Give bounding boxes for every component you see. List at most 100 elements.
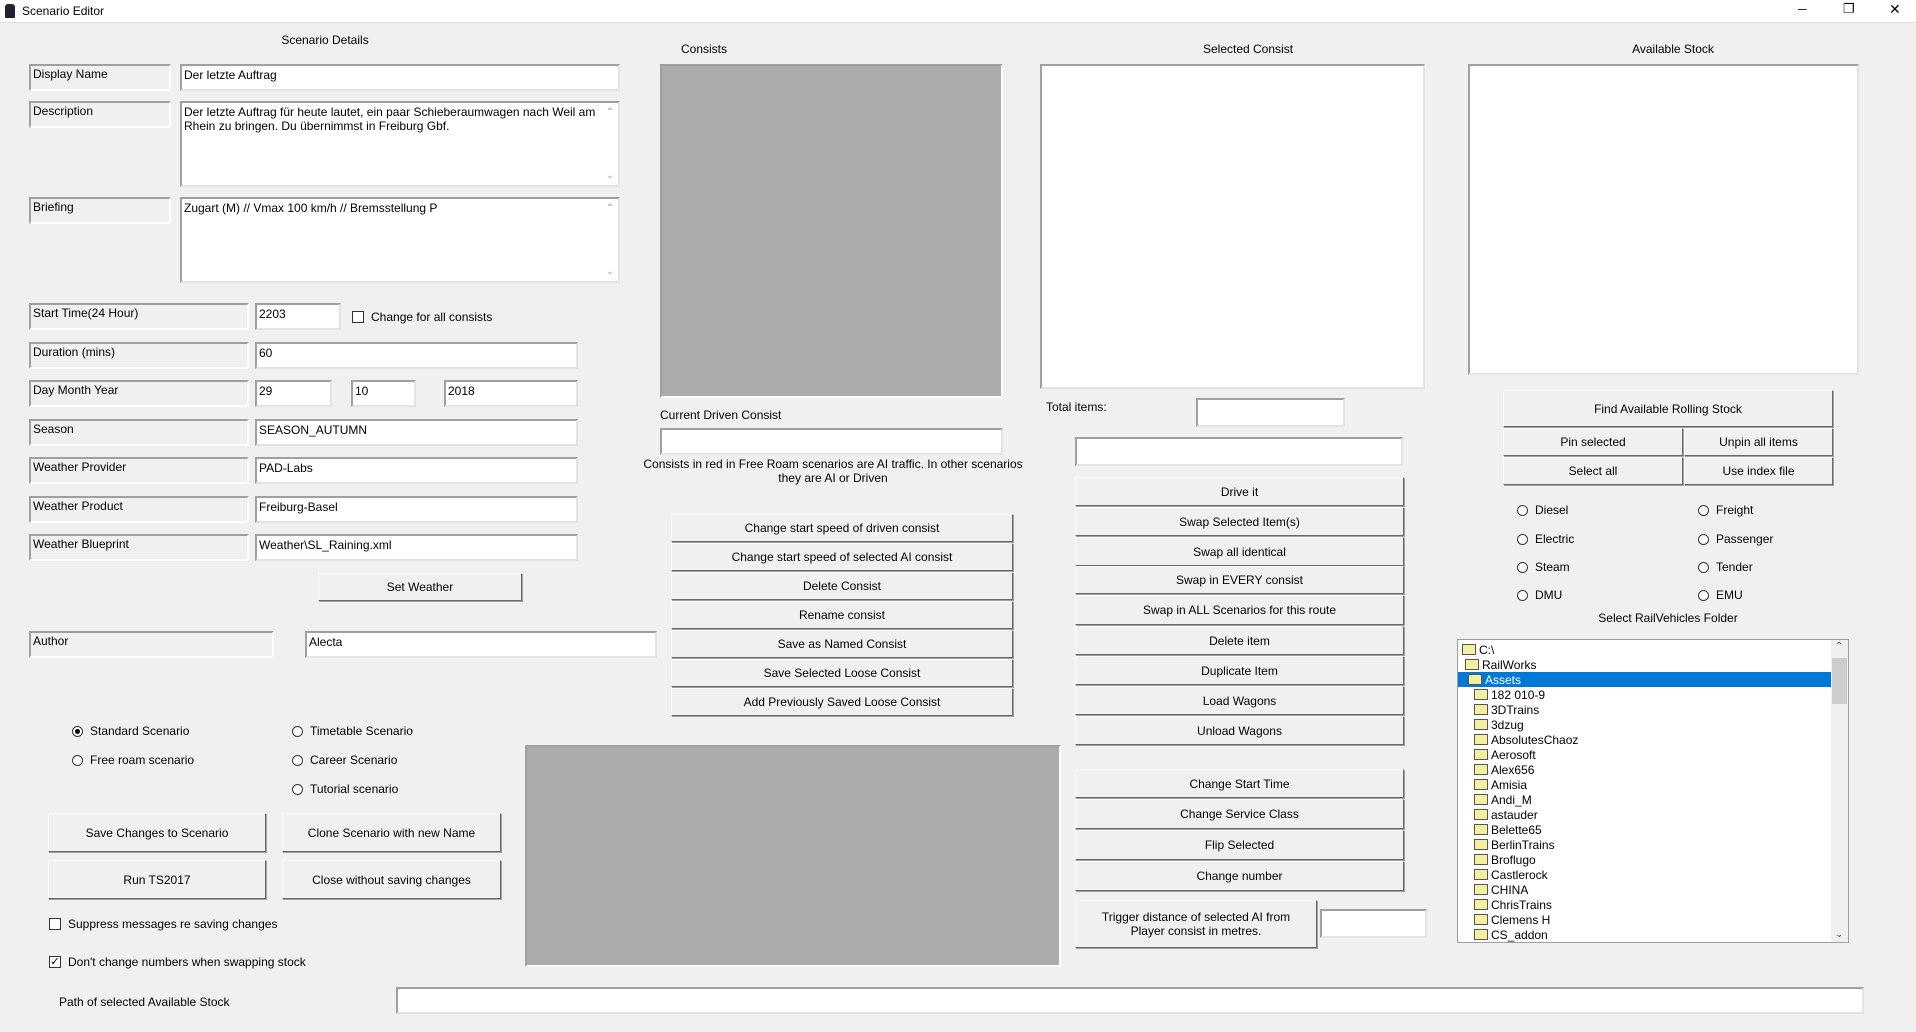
folder-tree-item[interactable]: RailWorks <box>1458 657 1831 672</box>
season-input[interactable]: SEASON_AUTUMN <box>255 419 578 446</box>
radio-dot[interactable] <box>72 754 83 766</box>
duplicate-item-button[interactable]: Duplicate Item <box>1075 656 1404 685</box>
filter-freight[interactable]: Freight <box>1698 503 1753 517</box>
radio-dot[interactable] <box>1698 533 1709 545</box>
author-input[interactable]: Alecta <box>305 631 657 658</box>
close-without-saving-button[interactable]: Close without saving changes <box>282 860 501 899</box>
folder-tree-item[interactable]: Belette65 <box>1458 822 1831 837</box>
drive-it-button[interactable]: Drive it <box>1075 477 1404 506</box>
filter-tender[interactable]: Tender <box>1698 560 1753 574</box>
unload-wagons-button[interactable]: Unload Wagons <box>1075 716 1404 745</box>
path-input[interactable] <box>396 987 1864 1014</box>
swap-all-scenarios-button[interactable]: Swap in ALL Scenarios for this route <box>1075 595 1404 625</box>
clone-scenario-button[interactable]: Clone Scenario with new Name <box>282 813 501 852</box>
swap-all-identical-button[interactable]: Swap all identical <box>1075 537 1404 566</box>
find-rolling-stock-button[interactable]: Find Available Rolling Stock <box>1503 390 1833 427</box>
radio-free-roam-scenario[interactable]: Free roam scenario <box>72 753 194 767</box>
folder-tree-item[interactable]: astauder <box>1458 807 1831 822</box>
available-stock-list[interactable] <box>1468 64 1859 375</box>
change-ai-speed-button[interactable]: Change start speed of selected AI consis… <box>671 543 1013 571</box>
swap-selected-button[interactable]: Swap Selected Item(s) <box>1075 507 1404 536</box>
display-name-input[interactable]: Der letzte Auftrag <box>180 64 620 91</box>
radio-dot[interactable] <box>72 725 83 737</box>
duration-input[interactable]: 60 <box>255 342 578 369</box>
folder-tree-item[interactable]: AbsolutesChaoz <box>1458 732 1831 747</box>
change-start-time-button[interactable]: Change Start Time <box>1075 769 1404 798</box>
folder-tree-item[interactable]: C:\ <box>1458 642 1831 657</box>
save-changes-button[interactable]: Save Changes to Scenario <box>48 813 266 852</box>
folder-tree-item[interactable]: Aerosoft <box>1458 747 1831 762</box>
unpin-all-button[interactable]: Unpin all items <box>1684 428 1833 456</box>
change-driven-speed-button[interactable]: Change start speed of driven consist <box>671 514 1013 542</box>
checkbox-box[interactable] <box>352 311 364 323</box>
filter-steam[interactable]: Steam <box>1517 560 1570 574</box>
radio-dot[interactable] <box>1517 533 1528 545</box>
consists-list[interactable] <box>660 64 1003 398</box>
total-items-input[interactable] <box>1196 398 1345 427</box>
radio-tutorial-scenario[interactable]: Tutorial scenario <box>292 782 398 796</box>
folder-tree-item[interactable]: Alex656 <box>1458 762 1831 777</box>
radio-dot[interactable] <box>1517 561 1528 573</box>
scroll-up-icon[interactable]: ⌃ <box>1835 641 1843 652</box>
radio-dot[interactable] <box>292 783 303 795</box>
filter-emu[interactable]: EMU <box>1698 588 1743 602</box>
save-loose-consist-button[interactable]: Save Selected Loose Consist <box>671 659 1013 687</box>
selected-consist-list[interactable] <box>1040 64 1425 389</box>
add-saved-loose-consist-button[interactable]: Add Previously Saved Loose Consist <box>671 688 1013 716</box>
folder-tree-item[interactable]: Amisia <box>1458 777 1831 792</box>
change-number-button[interactable]: Change number <box>1075 861 1404 891</box>
current-driven-consist-input[interactable] <box>660 428 1003 455</box>
load-wagons-button[interactable]: Load Wagons <box>1075 686 1404 715</box>
weather-product-input[interactable]: Freiburg-Basel <box>255 496 578 523</box>
use-index-file-button[interactable]: Use index file <box>1684 457 1833 485</box>
trigger-distance-input[interactable] <box>1320 909 1427 938</box>
folder-tree-item[interactable]: Andi_M <box>1458 792 1831 807</box>
radio-standard-scenario[interactable]: Standard Scenario <box>72 724 189 738</box>
scroll-down-icon[interactable]: ⌄ <box>1835 929 1843 940</box>
run-ts2017-button[interactable]: Run TS2017 <box>48 860 266 899</box>
filter-passenger[interactable]: Passenger <box>1698 532 1773 546</box>
radio-dot[interactable] <box>1698 504 1709 516</box>
tree-scrollbar[interactable]: ⌃ ⌄ <box>1831 640 1848 942</box>
selected-item-input[interactable] <box>1075 437 1403 466</box>
radio-dot[interactable] <box>1517 504 1528 516</box>
flip-selected-button[interactable]: Flip Selected <box>1075 830 1404 860</box>
folder-tree-item[interactable]: 182 010-9 <box>1458 687 1831 702</box>
delete-item-button[interactable]: Delete item <box>1075 626 1404 655</box>
weather-blueprint-input[interactable]: Weather\SL_Raining.xml <box>255 534 578 561</box>
minimize-button[interactable]: ─ <box>1798 2 1807 16</box>
day-input[interactable]: 29 <box>255 380 332 407</box>
description-scrollbar[interactable]: ⌃ ⌄ <box>602 103 618 185</box>
rename-consist-button[interactable]: Rename consist <box>671 601 1013 629</box>
folder-tree-item[interactable]: 3dzug <box>1458 717 1831 732</box>
folder-tree-item[interactable]: CHINA <box>1458 882 1831 897</box>
suppress-messages-checkbox[interactable]: Suppress messages re saving changes <box>49 917 277 931</box>
briefing-textarea[interactable]: Zugart (M) // Vmax 100 km/h // Bremsstel… <box>180 197 620 283</box>
start-time-input[interactable]: 2203 <box>255 303 341 330</box>
change-all-consists-checkbox[interactable]: Change for all consists <box>352 310 492 324</box>
folder-tree-item[interactable]: BerlinTrains <box>1458 837 1831 852</box>
month-input[interactable]: 10 <box>351 380 416 407</box>
year-input[interactable]: 2018 <box>444 380 578 407</box>
radio-dot[interactable] <box>292 754 303 766</box>
folder-tree-item[interactable]: CS_addon <box>1458 927 1831 942</box>
radio-dot[interactable] <box>1698 589 1709 601</box>
change-service-class-button[interactable]: Change Service Class <box>1075 799 1404 829</box>
dont-change-numbers-checkbox[interactable]: ✓ Don't change numbers when swapping stoc… <box>49 955 306 969</box>
set-weather-button[interactable]: Set Weather <box>318 573 522 601</box>
filter-dmu[interactable]: DMU <box>1517 588 1562 602</box>
folder-tree-item[interactable]: Castlerock <box>1458 867 1831 882</box>
description-textarea[interactable]: Der letzte Auftrag für heute lautet, ein… <box>180 101 620 187</box>
folder-tree-item[interactable]: ChrisTrains <box>1458 897 1831 912</box>
radio-dot[interactable] <box>1698 561 1709 573</box>
delete-consist-button[interactable]: Delete Consist <box>671 572 1013 600</box>
folder-tree-item[interactable]: Broflugo <box>1458 852 1831 867</box>
pin-selected-button[interactable]: Pin selected <box>1503 428 1683 456</box>
close-button[interactable]: ✕ <box>1889 1 1901 18</box>
filter-diesel[interactable]: Diesel <box>1517 503 1568 517</box>
radio-timetable-scenario[interactable]: Timetable Scenario <box>292 724 413 738</box>
briefing-scrollbar[interactable]: ⌃ ⌄ <box>602 199 618 281</box>
folder-tree-item[interactable]: 3DTrains <box>1458 702 1831 717</box>
radio-career-scenario[interactable]: Career Scenario <box>292 753 397 767</box>
filter-electric[interactable]: Electric <box>1517 532 1574 546</box>
